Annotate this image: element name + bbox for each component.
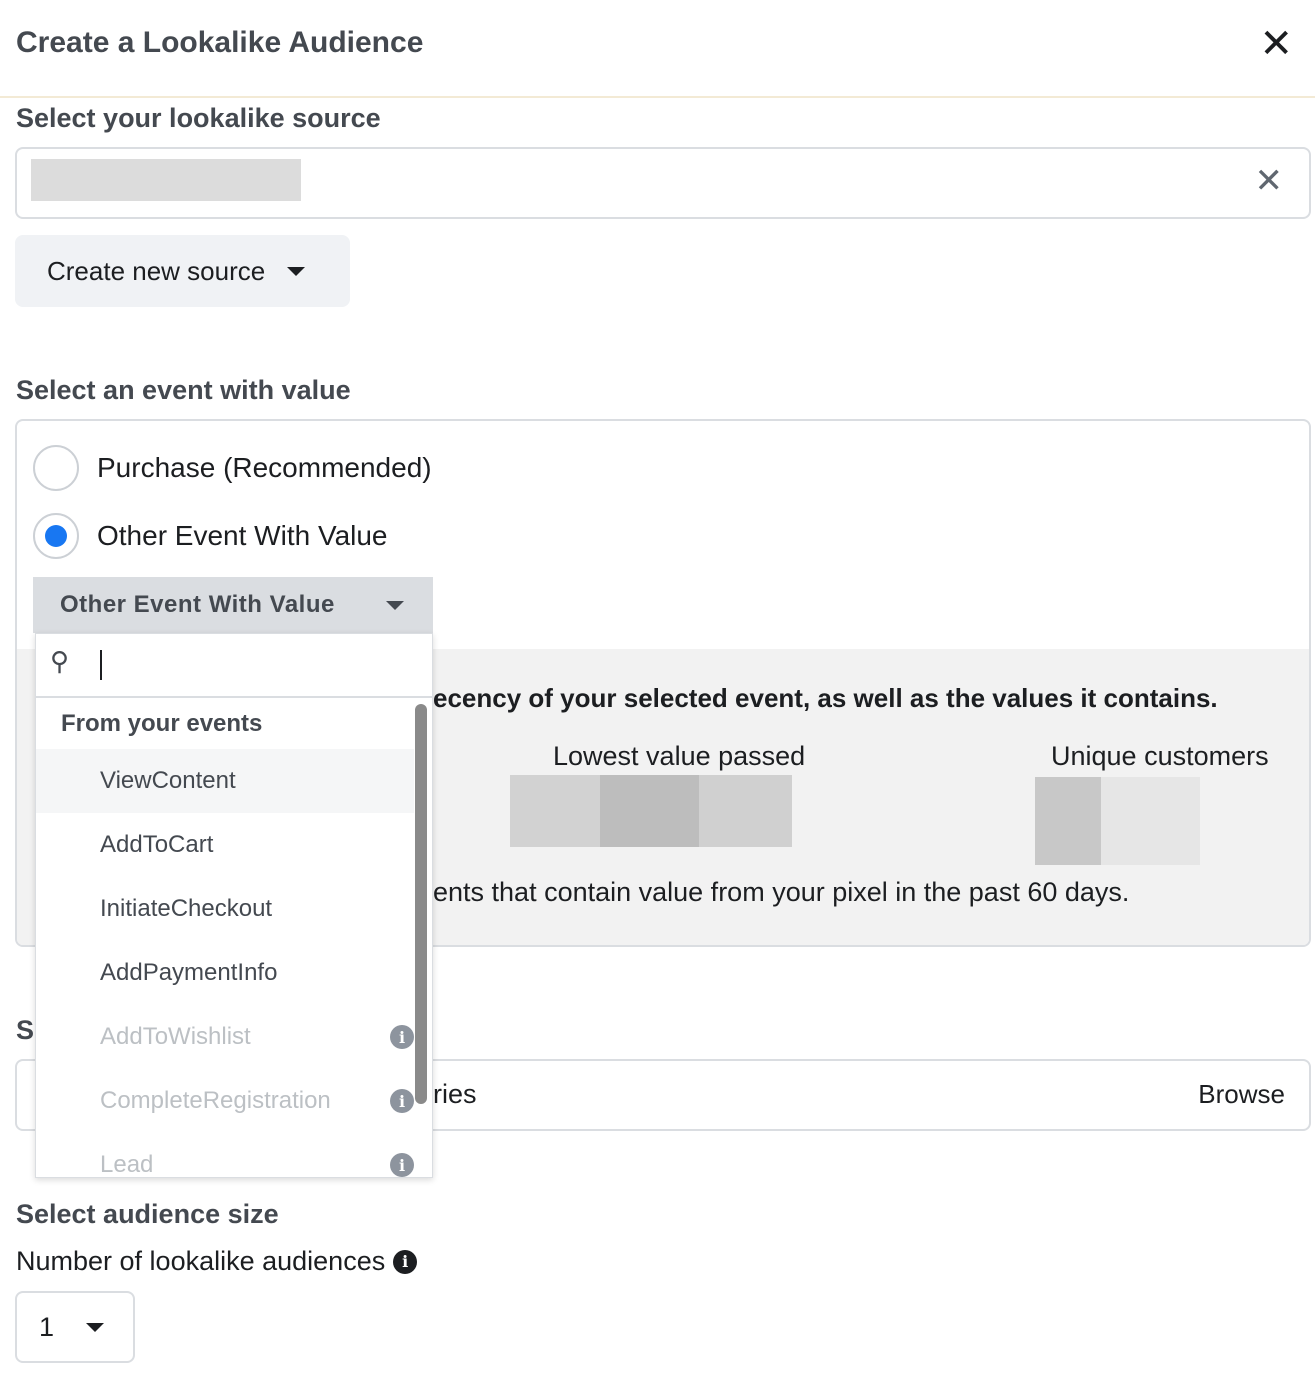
info-icon[interactable]: i [390,1025,414,1049]
redacted-lowest-value [510,775,792,847]
group-label: From your events [61,710,263,737]
text-cursor [100,650,102,680]
number-label: Number of lookalike audiences [16,1246,386,1276]
source-input[interactable]: ✕ [15,147,1311,219]
info-icon[interactable]: i [390,1153,414,1177]
event-item-label: InitiateCheckout [100,895,273,922]
caret-down-icon [287,266,306,276]
radio-purchase-label: Purchase (Recommended) [97,452,432,483]
location-input-text: ries [433,1079,477,1109]
caret-down-icon [86,1322,105,1332]
event-item-label: Lead [100,1151,154,1178]
event-item-completeregistration: CompleteRegistration i [36,1069,414,1133]
event-item-label: AddToWishlist [100,1023,251,1050]
lowest-value-label: Lowest value passed [553,741,806,771]
search-icon: ⚲ [50,646,70,676]
source-heading: Select your lookalike source [16,103,381,133]
event-item-addtowishlist: AddToWishlist i [36,1005,414,1069]
info-text: ecency of your selected event, as well a… [433,683,1218,713]
redacted-source [31,159,301,201]
scrollbar[interactable] [415,704,427,1104]
clear-icon[interactable]: ✕ [1255,161,1284,201]
event-heading: Select an event with value [16,375,351,405]
browse-button[interactable]: Browse [1198,1079,1285,1110]
footnote: ents that contain value from your pixel … [433,877,1130,907]
location-heading: S [16,1015,35,1045]
dialog-title: Create a Lookalike Audience [16,26,424,59]
event-list: ViewContent AddToCart InitiateCheckout A… [36,749,432,1178]
redacted-unique-customers [1035,777,1200,865]
close-icon[interactable]: ✕ [1259,24,1293,64]
event-dropdown-value: Other Event With Value [60,591,335,618]
event-dropdown-menu: ⚲ From your events ViewContent AddToCart… [35,633,433,1178]
radio-other-event[interactable] [33,513,79,559]
event-item-label: AddToCart [100,831,214,858]
caret-down-icon [386,601,404,610]
info-icon[interactable]: i [393,1249,418,1274]
number-value: 1 [39,1311,55,1342]
info-icon[interactable]: i [390,1089,414,1113]
event-item-label: AddPaymentInfo [100,959,278,986]
header-divider [0,96,1315,98]
radio-purchase[interactable] [33,445,79,491]
event-item-label: CompleteRegistration [100,1087,331,1114]
event-search-input[interactable]: ⚲ [36,634,432,698]
number-label-row: Number of lookalike audiences i [16,1246,418,1277]
radio-other-event-label: Other Event With Value [97,520,388,551]
number-select[interactable]: 1 [15,1291,135,1363]
event-item-addpaymentinfo[interactable]: AddPaymentInfo [36,941,414,1005]
event-item-lead: Lead i [36,1133,414,1178]
create-new-source-label: Create new source [47,255,266,286]
event-dropdown[interactable]: Other Event With Value [33,577,433,633]
event-item-addtocart[interactable]: AddToCart [36,813,414,877]
unique-customers-label: Unique customers [1051,741,1269,771]
event-item-initiatecheckout[interactable]: InitiateCheckout [36,877,414,941]
create-new-source-button[interactable]: Create new source [15,235,350,307]
event-item-viewcontent[interactable]: ViewContent [36,749,414,813]
event-item-label: ViewContent [100,767,236,794]
size-heading: Select audience size [16,1199,279,1229]
